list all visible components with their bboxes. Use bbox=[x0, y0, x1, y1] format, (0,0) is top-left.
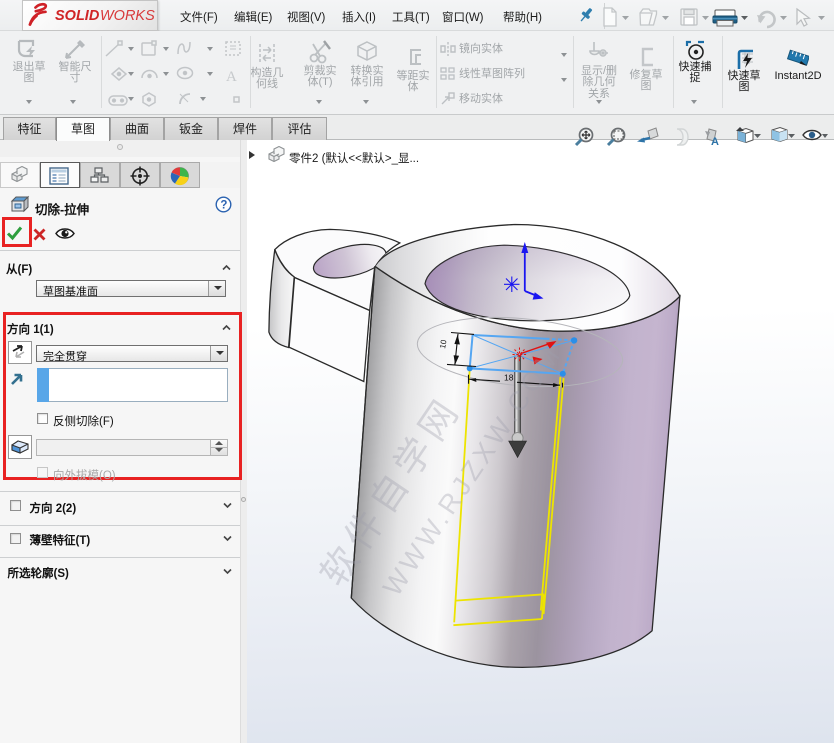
svg-text:WORKS: WORKS bbox=[100, 8, 155, 24]
svg-text:A: A bbox=[226, 69, 237, 85]
svg-text:18: 18 bbox=[504, 373, 514, 383]
svg-text:A: A bbox=[711, 136, 719, 148]
svg-text:?: ? bbox=[220, 200, 227, 212]
svg-text:SOLID: SOLID bbox=[55, 8, 100, 24]
